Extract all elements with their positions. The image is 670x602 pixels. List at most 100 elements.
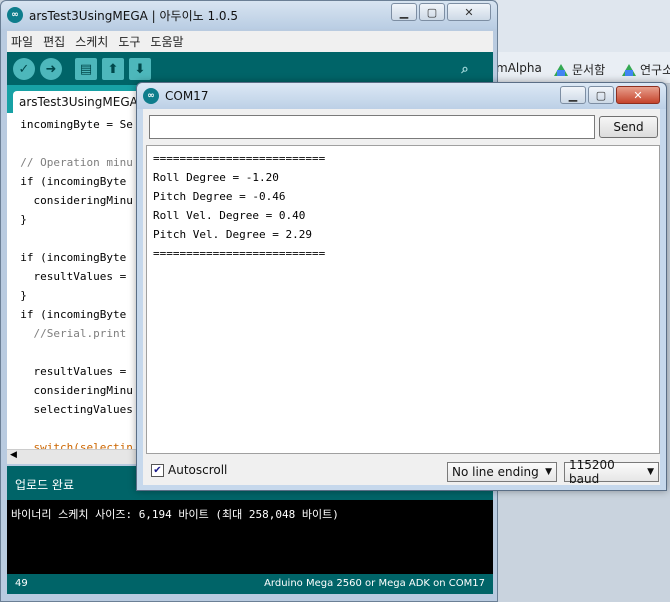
code-text: // Operation minu (7, 156, 133, 169)
chevron-down-icon: ▼ (545, 467, 552, 477)
output-line: Roll Vel. Degree = 0.40 (153, 209, 306, 222)
code-line: if (incomingByte (7, 173, 126, 190)
code-text: } (7, 289, 27, 302)
code-line: if (incomingByte (7, 306, 126, 323)
line-ending-select[interactable]: No line ending ▼ (447, 462, 557, 482)
bookmark-label: 문서함 (572, 63, 606, 77)
board-port-label: Arduino Mega 2560 or Mega ADK on COM17 (264, 578, 485, 589)
serial-window-title: COM17 (165, 89, 209, 103)
baud-rate-value: 115200 baud (569, 458, 615, 486)
bookmark-malpha[interactable]: mAlpha (496, 61, 542, 75)
ide-footer: 49 Arduino Mega 2560 or Mega ADK on COM1… (7, 574, 493, 594)
arduino-logo-icon: ∞ (7, 7, 23, 23)
maximize-button[interactable]: ▢ (419, 3, 445, 21)
tab-sketch[interactable]: arsTest3UsingMEGA (13, 91, 143, 113)
code-text: consideringMinu (7, 194, 133, 207)
serial-titlebar[interactable]: ∞ COM17 ▁ ▢ ✕ (137, 83, 666, 109)
code-line: consideringMinu (7, 192, 133, 209)
code-text: resultValues = (7, 270, 127, 283)
check-icon: ✓ (18, 61, 30, 77)
magnifier-icon: ⌕ (461, 61, 469, 77)
output-line: Roll Degree = -1.20 (153, 171, 279, 184)
code-line: if (incomingByte (7, 249, 126, 266)
drive-icon (554, 63, 568, 76)
code-line: incomingByte = Se (7, 116, 133, 133)
bookmark-lab[interactable]: 연구소 (622, 61, 670, 78)
close-button[interactable]: ✕ (447, 3, 491, 21)
new-button[interactable]: ▤ (75, 58, 97, 80)
menu-tools[interactable]: 도구 (118, 33, 140, 50)
bookmark-label: 연구소 (640, 63, 670, 77)
serial-monitor-window: ∞ COM17 ▁ ▢ ✕ Send =====================… (136, 82, 667, 491)
code-text: selectingValues (7, 403, 133, 416)
arrow-right-icon: ➜ (45, 61, 57, 77)
minimize-button[interactable]: ▁ (560, 86, 586, 104)
drive-icon (622, 63, 636, 76)
verify-button[interactable]: ✓ (13, 58, 35, 80)
autoscroll-label: Autoscroll (168, 463, 228, 477)
code-text: if (incomingByte (7, 175, 127, 188)
background-bookmarks-bar: mAlpha 문서함 연구소 (496, 52, 670, 84)
background-browser-tabstrip (496, 0, 670, 52)
menu-sketch[interactable]: 스케치 (75, 33, 108, 50)
bookmark-label: mAlpha (496, 61, 542, 75)
output-line: ========================== (153, 247, 326, 260)
menu-file[interactable]: 파일 (11, 33, 33, 50)
code-text: incomingByte = Se (7, 118, 133, 131)
upload-button[interactable]: ➜ (40, 58, 62, 80)
code-line: } (7, 287, 27, 304)
output-line: Pitch Degree = -0.46 (153, 190, 286, 203)
serial-send-input[interactable] (149, 115, 595, 139)
code-text: if (incomingByte (7, 308, 127, 321)
status-text: 업로드 완료 (15, 478, 75, 492)
ide-window-title: arsTest3UsingMEGA | 아두이노 1.0.5 (29, 8, 239, 23)
send-button[interactable]: Send (599, 116, 658, 138)
new-file-icon: ▤ (79, 61, 93, 77)
open-button[interactable]: ⬆ (102, 58, 124, 80)
ide-menubar: 파일 편집 스케치 도구 도움말 (7, 31, 493, 52)
menu-help[interactable]: 도움말 (150, 33, 183, 50)
code-text: //Serial.print (7, 327, 127, 340)
autoscroll-toggle[interactable]: ✔ Autoscroll (151, 463, 227, 477)
menu-edit[interactable]: 편집 (43, 33, 65, 50)
code-text: consideringMinu (7, 384, 133, 397)
code-line: //Serial.print (7, 325, 126, 342)
maximize-button[interactable]: ▢ (588, 86, 614, 104)
serial-options-bar: ✔ Autoscroll No line ending ▼ 115200 bau… (143, 457, 660, 486)
close-button[interactable]: ✕ (616, 86, 660, 104)
code-line: switch(selectin (7, 439, 133, 449)
output-line: Pitch Vel. Degree = 2.29 (153, 228, 312, 241)
serial-monitor-button[interactable]: ⌕ (454, 58, 476, 80)
baud-rate-select[interactable]: 115200 baud ▼ (564, 458, 659, 486)
code-line: resultValues = (7, 268, 126, 285)
ide-window-controls: ▁ ▢ ✕ (391, 3, 491, 21)
serial-output-area[interactable]: ========================== Roll Degree =… (146, 145, 660, 454)
code-line: resultValues = (7, 363, 126, 380)
serial-window-controls: ▁ ▢ ✕ (560, 86, 660, 104)
ide-titlebar[interactable]: ∞ arsTest3UsingMEGA | 아두이노 1.0.5 ▁ ▢ ✕ (1, 1, 497, 29)
chevron-down-icon: ▼ (647, 467, 654, 477)
scroll-left-icon[interactable]: ◀ (10, 450, 17, 460)
code-line: } (7, 211, 27, 228)
code-line: // Operation minu (7, 154, 133, 171)
line-ending-value: No line ending (452, 465, 539, 479)
code-line: consideringMinu (7, 382, 133, 399)
output-line: ========================== (153, 152, 326, 165)
arduino-logo-icon: ∞ (143, 88, 159, 104)
code-text: resultValues = (7, 365, 127, 378)
line-number: 49 (15, 578, 28, 589)
bookmark-documents[interactable]: 문서함 (554, 61, 605, 78)
console-text: 바이너리 스케치 사이즈: 6,194 바이트 (최대 258,048 바이트) (11, 508, 339, 521)
code-text: switch(selectin (7, 441, 133, 449)
minimize-button[interactable]: ▁ (391, 3, 417, 21)
save-button[interactable]: ⬇ (129, 58, 151, 80)
code-text: if (incomingByte (7, 251, 127, 264)
ide-toolbar: ✓ ➜ ▤ ⬆ ⬇ ⌕ (7, 52, 493, 85)
open-arrow-up-icon: ⬆ (107, 61, 119, 77)
ide-console: 바이너리 스케치 사이즈: 6,194 바이트 (최대 258,048 바이트) (7, 500, 493, 574)
autoscroll-checkbox[interactable]: ✔ (151, 463, 164, 477)
save-arrow-down-icon: ⬇ (134, 61, 146, 77)
code-text: } (7, 213, 27, 226)
code-line: selectingValues (7, 401, 133, 418)
serial-monitor-body: Send ========================== Roll Deg… (143, 109, 660, 486)
